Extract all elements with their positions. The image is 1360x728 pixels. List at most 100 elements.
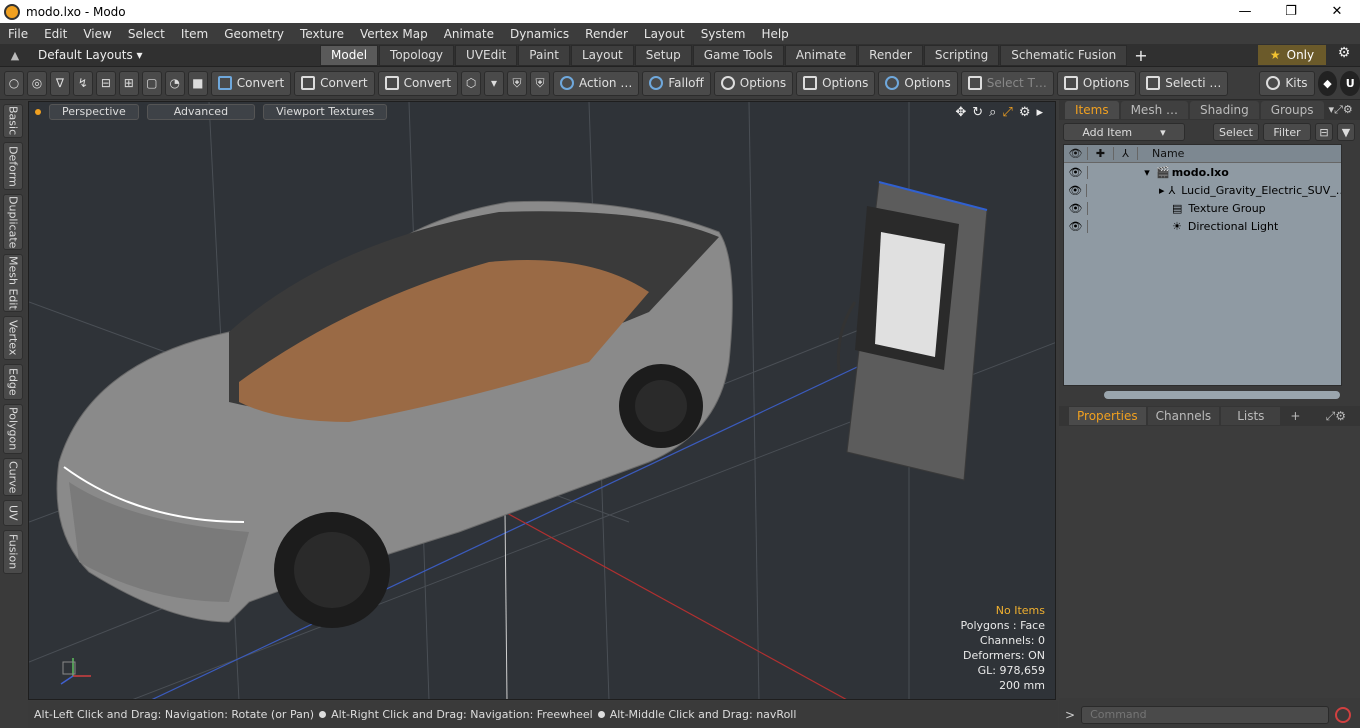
- add-item-button[interactable]: Add Item ▾: [1063, 123, 1185, 141]
- tab-channels[interactable]: Channels: [1147, 407, 1220, 425]
- panel-menu-icon[interactable]: ▾⤢⚙: [1326, 101, 1356, 119]
- tab-layout[interactable]: Layout: [570, 44, 634, 66]
- tab-schematic-fusion[interactable]: Schematic Fusion: [1000, 44, 1128, 66]
- tab-animate[interactable]: Animate: [784, 44, 858, 66]
- falloff-button[interactable]: Falloff: [642, 70, 711, 96]
- sidetab-deform[interactable]: Deform: [3, 142, 23, 190]
- tab-uvedit[interactable]: UVEdit: [455, 44, 518, 66]
- fit-icon[interactable]: ⤢: [1002, 105, 1012, 120]
- eye-icon[interactable]: 👁: [1064, 201, 1088, 215]
- sidetab-basic[interactable]: Basic: [3, 104, 23, 138]
- item-mode-icon[interactable]: ▢: [141, 70, 162, 96]
- list-item[interactable]: 👁 ☀ Directional Light: [1064, 217, 1341, 235]
- expand-icon[interactable]: ▾: [1138, 166, 1156, 179]
- sidetab-fusion[interactable]: Fusion: [3, 530, 23, 574]
- maximize-button[interactable]: ❐: [1268, 0, 1314, 23]
- sidetab-duplicate[interactable]: Duplicate: [3, 194, 23, 250]
- chevron-down-icon[interactable]: ▾: [484, 70, 505, 96]
- eye-icon[interactable]: 👁: [1064, 219, 1088, 233]
- tab-game-tools[interactable]: Game Tools: [692, 44, 784, 66]
- sidetab-vertex[interactable]: Vertex: [3, 316, 23, 360]
- list-item[interactable]: 👁 ▾ 🎬 modo.lxo: [1064, 163, 1341, 181]
- menu-file[interactable]: File: [0, 27, 36, 41]
- funnel-icon[interactable]: ▼: [1337, 123, 1355, 141]
- menu-select[interactable]: Select: [120, 27, 173, 41]
- rotate-icon[interactable]: ↻: [972, 105, 983, 120]
- options-button-3[interactable]: Options: [878, 70, 958, 96]
- name-header[interactable]: Name: [1138, 147, 1184, 160]
- select-button[interactable]: Select: [1213, 123, 1259, 141]
- expand-icon[interactable]: ▸: [1136, 184, 1165, 197]
- polygon-mode-icon[interactable]: ⊞: [118, 70, 139, 96]
- list-item[interactable]: 👁 ▤ Texture Group: [1064, 199, 1341, 217]
- pen-mode-icon[interactable]: ∇: [49, 70, 70, 96]
- default-layouts-dropdown[interactable]: Default Layouts ▾: [30, 48, 320, 62]
- add-tab-button[interactable]: +: [1282, 407, 1308, 425]
- tab-paint[interactable]: Paint: [518, 44, 570, 66]
- convert-button-3[interactable]: Convert: [377, 70, 459, 96]
- select-through-button[interactable]: Select T…: [960, 70, 1054, 96]
- record-icon[interactable]: [1335, 706, 1352, 723]
- menu-system[interactable]: System: [693, 27, 754, 41]
- minimize-button[interactable]: —: [1222, 0, 1268, 23]
- unreal-icon[interactable]: U: [1340, 70, 1360, 96]
- unity-icon[interactable]: ◆: [1317, 70, 1338, 96]
- sidetab-curve[interactable]: Curve: [3, 458, 23, 496]
- edge-mode-icon[interactable]: ⊟: [95, 70, 116, 96]
- menu-layout[interactable]: Layout: [636, 27, 693, 41]
- viewport-textures-dropdown[interactable]: Viewport Textures: [263, 104, 388, 120]
- tab-lists[interactable]: Lists: [1221, 407, 1281, 425]
- pan-icon[interactable]: ✥: [955, 105, 966, 120]
- sidetab-mesh-edit[interactable]: Mesh Edit: [3, 254, 23, 312]
- options-button-4[interactable]: Options: [1056, 70, 1137, 96]
- menu-dynamics[interactable]: Dynamics: [502, 27, 577, 41]
- menu-help[interactable]: Help: [753, 27, 796, 41]
- tab-properties[interactable]: Properties: [1069, 407, 1146, 425]
- symmetry-icon[interactable]: ⛨: [507, 70, 527, 96]
- selection-sets-button[interactable]: Selecti …: [1139, 70, 1229, 96]
- close-button[interactable]: ✕: [1314, 0, 1360, 23]
- menu-animate[interactable]: Animate: [436, 27, 502, 41]
- viewport-settings-gear-icon[interactable]: ⚙: [1019, 105, 1031, 120]
- tab-shading[interactable]: Shading: [1190, 101, 1259, 119]
- action-center-button[interactable]: Action …: [552, 70, 640, 96]
- cube-mode-icon[interactable]: ■: [187, 70, 208, 96]
- tab-render[interactable]: Render: [858, 44, 923, 66]
- filter-button[interactable]: Filter: [1263, 123, 1311, 141]
- sphere-mode-icon[interactable]: ◎: [26, 70, 47, 96]
- menu-item[interactable]: Item: [173, 27, 216, 41]
- sidetab-uv[interactable]: UV: [3, 500, 23, 526]
- only-toggle[interactable]: ★ Only: [1258, 45, 1326, 65]
- options-button-2[interactable]: Options: [796, 70, 876, 96]
- gear-icon[interactable]: ⚙: [1334, 45, 1354, 65]
- command-input[interactable]: [1081, 705, 1330, 724]
- tab-groups[interactable]: Groups: [1260, 101, 1324, 119]
- menu-texture[interactable]: Texture: [292, 27, 352, 41]
- tab-model[interactable]: Model: [320, 44, 379, 66]
- cube-icon[interactable]: ⬡: [461, 70, 482, 96]
- convert-button-2[interactable]: Convert: [294, 70, 375, 96]
- eye-icon[interactable]: 👁: [1064, 183, 1088, 197]
- vertex-mode-icon[interactable]: ○: [4, 70, 24, 96]
- zoom-icon[interactable]: ⌕: [989, 105, 996, 120]
- convert-button-1[interactable]: Convert: [210, 70, 292, 96]
- collapse-icon[interactable]: ⊟: [1315, 123, 1333, 141]
- menu-vertex-map[interactable]: Vertex Map: [352, 27, 436, 41]
- material-mode-icon[interactable]: ◔: [164, 70, 185, 96]
- perspective-dropdown[interactable]: Perspective: [49, 104, 139, 120]
- add-tab-button[interactable]: +: [1134, 46, 1147, 65]
- tab-mesh[interactable]: Mesh …: [1120, 101, 1188, 119]
- options-button-1[interactable]: Options: [713, 70, 794, 96]
- viewport-menu-dot-icon[interactable]: [35, 109, 41, 115]
- menu-edit[interactable]: Edit: [36, 27, 75, 41]
- sidetab-edge[interactable]: Edge: [3, 364, 23, 400]
- eye-icon[interactable]: 👁: [1064, 165, 1088, 179]
- viewport-expand-arrow-icon[interactable]: ▸: [1036, 105, 1043, 120]
- 3d-viewport[interactable]: Perspective Advanced Viewport Textures ✥…: [28, 101, 1056, 700]
- tab-scripting[interactable]: Scripting: [923, 44, 1000, 66]
- tab-topology[interactable]: Topology: [379, 44, 455, 66]
- panel-expand-icon[interactable]: ⤢⚙: [1318, 407, 1354, 425]
- advanced-dropdown[interactable]: Advanced: [146, 104, 256, 120]
- list-item[interactable]: 👁 ▸ ⅄ Lucid_Gravity_Electric_SUV_…: [1064, 181, 1341, 199]
- tab-items[interactable]: Items: [1065, 101, 1119, 119]
